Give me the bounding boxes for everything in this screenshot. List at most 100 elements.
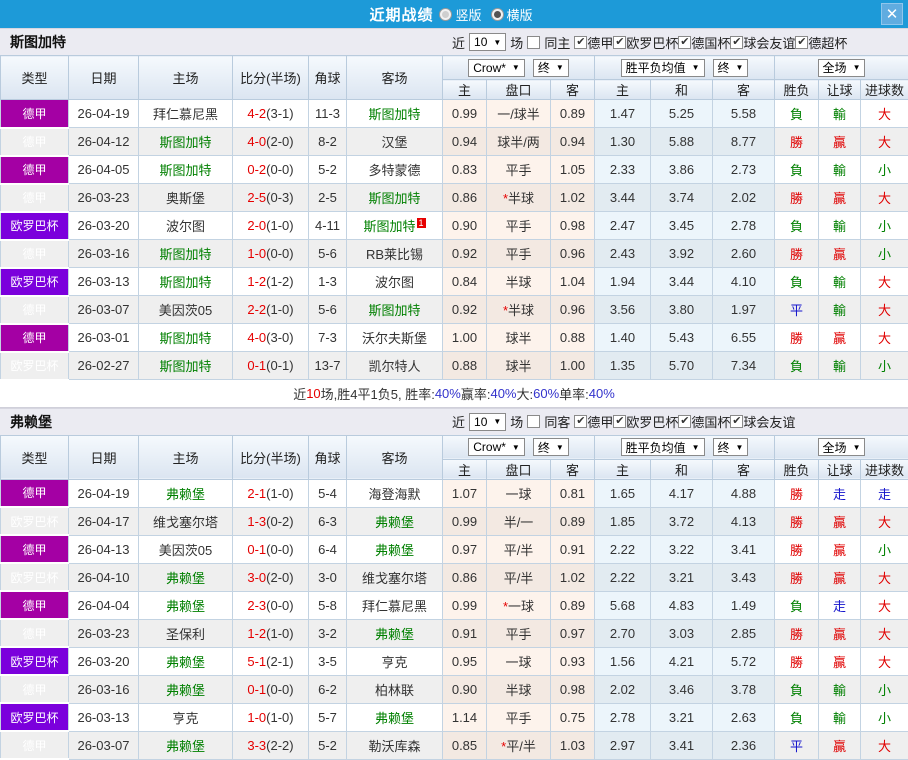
cell-corner: 5-8 — [309, 591, 347, 619]
league-checkbox[interactable]: ✔ — [678, 36, 691, 49]
league-checkbox[interactable]: ✔ — [574, 415, 587, 428]
close-icon[interactable]: ✕ — [881, 3, 903, 25]
cell-league: 德甲 — [1, 184, 69, 212]
final-odds-select[interactable]: 终▼ — [533, 438, 569, 456]
horizontal-layout-radio[interactable] — [491, 8, 504, 21]
halftime-score: (3-1) — [266, 106, 293, 121]
cell-avg-home: 1.30 — [595, 128, 651, 156]
league-checkbox[interactable]: ✔ — [574, 36, 587, 49]
avg-odds-select[interactable]: 胜平负均值▼ — [621, 438, 705, 456]
same-away-checkbox[interactable] — [527, 415, 540, 428]
vertical-layout-radio[interactable] — [439, 8, 452, 21]
cell-avg-home: 1.94 — [595, 268, 651, 296]
final-odds-select[interactable]: 终▼ — [533, 59, 569, 77]
cell-avg-away: 3.78 — [713, 675, 775, 703]
away-team-name: 弗赖堡 — [375, 627, 414, 642]
final-avg-select[interactable]: 终▼ — [713, 438, 749, 456]
cell-avg-away: 7.34 — [713, 352, 775, 380]
cell-date: 26-03-16 — [69, 240, 139, 268]
cell-goals: 小 — [861, 352, 908, 380]
odds-company-select[interactable]: Crow*▼ — [468, 438, 525, 456]
league-checkbox[interactable]: ✔ — [730, 415, 743, 428]
cell-crow-home-odds: 0.83 — [443, 156, 487, 184]
radio-dot-icon — [442, 11, 449, 18]
away-team-name: 柏林联 — [375, 683, 414, 698]
cell-goals: 走 — [861, 479, 908, 507]
cell-avg-draw: 3.92 — [651, 240, 713, 268]
fullmatch-select[interactable]: 全场▼ — [818, 438, 866, 456]
league-checkbox[interactable]: ✔ — [678, 415, 691, 428]
cell-date: 26-03-20 — [69, 212, 139, 240]
cell-crow-away-odds: 0.89 — [551, 507, 595, 535]
fulltime-score: 0-1 — [247, 682, 266, 697]
handicap-text: 一球 — [505, 487, 531, 502]
chevron-down-icon: ▼ — [512, 63, 520, 72]
cell-score: 1-2(1-0) — [233, 619, 309, 647]
cell-handicap: 平/半 — [487, 535, 551, 563]
away-team-name: 亨克 — [381, 655, 407, 670]
cell-away-team: 拜仁慕尼黑 — [347, 591, 443, 619]
same-home-checkbox[interactable] — [527, 36, 540, 49]
league-checkbox[interactable]: ✔ — [730, 36, 743, 49]
recent-games-select[interactable]: 10▼ — [469, 33, 506, 51]
cell-result: 負 — [775, 591, 819, 619]
cell-score: 0-2(0-0) — [233, 156, 309, 184]
cell-goals: 小 — [861, 212, 908, 240]
horizontal-layout-label[interactable]: 横版 — [507, 5, 533, 24]
cell-home-team: 维戈塞尔塔 — [139, 507, 233, 535]
final-avg-select[interactable]: 终▼ — [713, 59, 749, 77]
league-checkbox[interactable]: ✔ — [795, 36, 808, 49]
league-filter-item: ✔德国杯 — [678, 412, 730, 431]
avg-odds-select[interactable]: 胜平负均值▼ — [621, 59, 705, 77]
cell-home-team: 弗赖堡 — [139, 563, 233, 591]
cell-result: 勝 — [775, 184, 819, 212]
cell-avg-draw: 3.80 — [651, 296, 713, 324]
odds-company-select[interactable]: Crow*▼ — [468, 59, 525, 77]
cell-avg-away: 3.43 — [713, 563, 775, 591]
cell-handicap: *半球 — [487, 296, 551, 324]
halftime-score: (0-1) — [266, 358, 293, 373]
cell-date: 26-03-01 — [69, 324, 139, 352]
cell-avg-home: 2.97 — [595, 731, 651, 759]
halftime-score: (1-0) — [266, 626, 293, 641]
cell-avg-home: 3.44 — [595, 184, 651, 212]
league-checkbox[interactable]: ✔ — [613, 415, 626, 428]
col-crow-home: 主 — [443, 80, 487, 100]
away-team-name: 斯图加特 — [368, 303, 420, 318]
fullmatch-select[interactable]: 全场▼ — [818, 59, 866, 77]
chevron-down-icon: ▼ — [736, 63, 744, 72]
cell-crow-home-odds: 0.95 — [443, 647, 487, 675]
near-label: 近 — [452, 33, 465, 52]
league-label: 欧罗巴杯 — [626, 33, 678, 52]
halftime-score: (3-0) — [266, 330, 293, 345]
cell-score: 5-1(2-1) — [233, 647, 309, 675]
cell-avg-away: 4.10 — [713, 268, 775, 296]
away-team-name: 拜仁慕尼黑 — [362, 599, 427, 614]
cell-handicap-result: 贏 — [819, 535, 861, 563]
chevron-down-icon: ▼ — [736, 443, 744, 452]
cell-crow-away-odds: 0.75 — [551, 703, 595, 731]
recent-games-select[interactable]: 10▼ — [469, 413, 506, 431]
halftime-score: (1-2) — [266, 274, 293, 289]
table-row: 欧罗巴杯26-02-27斯图加特0-1(0-1)13-7凯尔特人0.88球半1.… — [1, 352, 908, 380]
cell-crow-away-odds: 1.03 — [551, 731, 595, 759]
cell-goals: 大 — [861, 100, 908, 128]
halftime-score: (0-2) — [266, 514, 293, 529]
col-crow-home: 主 — [443, 459, 487, 479]
table-row: 德甲26-04-19拜仁慕尼黑4-2(3-1)11-3斯图加特0.99一/球半0… — [1, 100, 908, 128]
cell-home-team: 弗赖堡 — [139, 591, 233, 619]
cell-goals: 大 — [861, 563, 908, 591]
cell-handicap: 平手 — [487, 703, 551, 731]
league-label: 德甲 — [587, 412, 613, 431]
cell-avg-home: 1.35 — [595, 352, 651, 380]
col-type: 类型 — [1, 435, 69, 479]
fulltime-score: 0-1 — [247, 542, 266, 557]
handicap-text: 半球 — [508, 303, 534, 318]
halftime-score: (0-0) — [266, 682, 293, 697]
cell-result: 勝 — [775, 240, 819, 268]
cell-result: 負 — [775, 212, 819, 240]
vertical-layout-label[interactable]: 竖版 — [455, 5, 481, 24]
home-team-name: 亨克 — [172, 711, 198, 726]
fulltime-score: 1-2 — [247, 274, 266, 289]
league-checkbox[interactable]: ✔ — [613, 36, 626, 49]
